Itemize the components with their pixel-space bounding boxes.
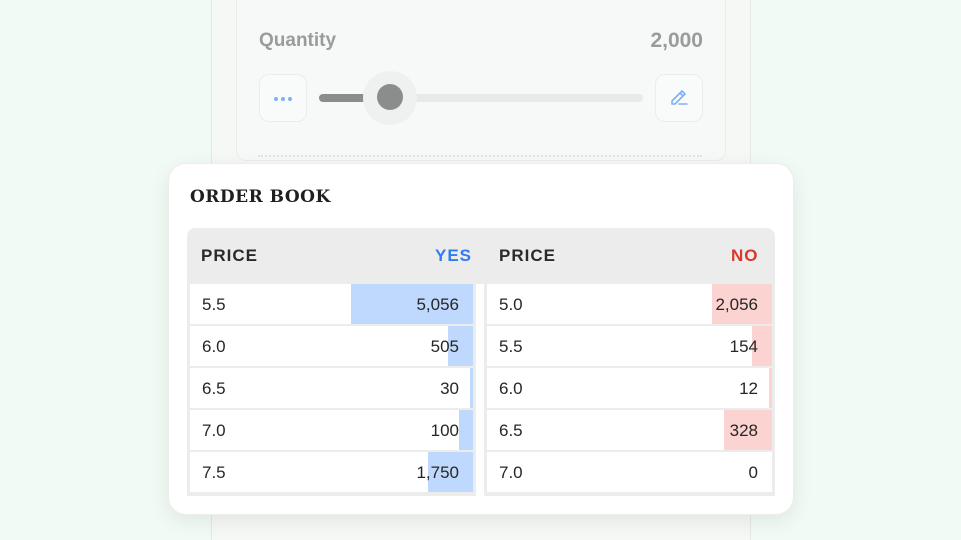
no-order-price: 5.0: [499, 295, 523, 314]
no-order-row[interactable]: 5.0 2,056: [487, 284, 772, 324]
no-order-price: 6.0: [499, 379, 523, 398]
no-order-amount: 12: [739, 379, 758, 398]
yes-order-price: 7.0: [202, 421, 226, 440]
order-book-table: PRICE YES PRICE NO 5.5 5,056 6.0 505 6.5 30 7.…: [187, 228, 775, 496]
no-depth-bar: [769, 368, 772, 408]
yes-order-amount: 5,056: [416, 295, 459, 314]
pencil-icon: [668, 85, 690, 112]
yes-order-amount: 30: [440, 379, 459, 398]
no-order-amount: 0: [748, 463, 758, 482]
yes-order-amount: 505: [430, 337, 459, 356]
quantity-slider-thumb[interactable]: [363, 71, 418, 125]
no-order-amount: 154: [729, 337, 758, 356]
yes-orders-column: 5.5 5,056 6.0 505 6.5 30 7.0 100 7.5 1,750: [187, 284, 476, 496]
yes-order-price: 5.5: [202, 295, 226, 314]
more-options-button[interactable]: [259, 74, 307, 122]
yes-order-row[interactable]: 6.5 30: [190, 368, 473, 408]
quantity-card: Quantity 2,000: [236, 0, 726, 161]
yes-column-header: YES: [435, 246, 473, 265]
order-book-card: ORDER BOOK PRICE YES PRICE NO 5.5 5,056 6.…: [168, 163, 794, 515]
no-order-price: 6.5: [499, 421, 523, 440]
no-order-price: 7.0: [499, 463, 523, 482]
no-column-header: NO: [731, 246, 759, 265]
no-order-row[interactable]: 5.5 154: [487, 326, 772, 366]
quantity-slider[interactable]: [319, 71, 643, 125]
section-divider: [258, 155, 702, 157]
no-order-row[interactable]: 6.5 328: [487, 410, 772, 450]
no-price-header: PRICE: [499, 246, 556, 265]
yes-depth-bar: [470, 368, 473, 408]
yes-order-row[interactable]: 5.5 5,056: [190, 284, 473, 324]
yes-order-amount: 100: [430, 421, 459, 440]
yes-depth-bar: [459, 410, 473, 450]
no-order-amount: 328: [729, 421, 758, 440]
more-dots-icon: [272, 89, 294, 107]
slider-knob: [377, 84, 404, 110]
quantity-label: Quantity: [259, 30, 337, 51]
yes-order-price: 7.5: [202, 463, 226, 482]
yes-order-row[interactable]: 7.5 1,750: [190, 452, 473, 492]
order-book-header: PRICE YES PRICE NO: [187, 228, 775, 284]
yes-price-header: PRICE: [201, 246, 258, 265]
yes-order-row[interactable]: 6.0 505: [190, 326, 473, 366]
quantity-value: 2,000: [650, 29, 703, 52]
no-order-amount: 2,056: [715, 295, 758, 314]
edit-quantity-button[interactable]: [655, 74, 703, 122]
yes-order-amount: 1,750: [416, 463, 459, 482]
yes-order-price: 6.0: [202, 337, 226, 356]
yes-order-price: 6.5: [202, 379, 226, 398]
no-orders-column: 5.0 2,056 5.5 154 6.0 12 6.5 328 7.0 0: [484, 284, 775, 496]
no-order-price: 5.5: [499, 337, 523, 356]
no-order-row[interactable]: 6.0 12: [487, 368, 772, 408]
order-book-title: ORDER BOOK: [190, 187, 331, 207]
yes-order-row[interactable]: 7.0 100: [190, 410, 473, 450]
no-order-row[interactable]: 7.0 0: [487, 452, 772, 492]
